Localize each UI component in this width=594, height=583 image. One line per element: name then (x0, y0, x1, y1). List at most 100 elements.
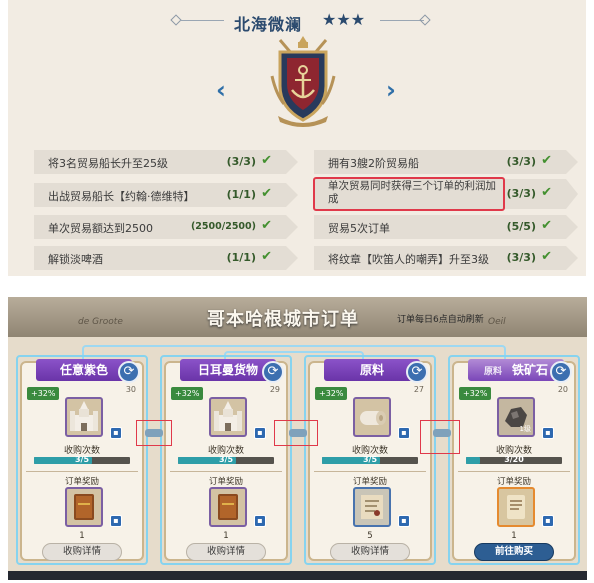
highlight-box (313, 177, 505, 211)
task-progress: (3/3) (506, 155, 536, 168)
buy-progress-bar: 3/20 (466, 455, 562, 464)
palace-icon (209, 397, 247, 437)
ornament-diamond-icon (419, 14, 431, 26)
palace-icon (65, 397, 103, 437)
refresh-note: 订单每日6点自动刷新 (397, 315, 484, 325)
reward-quantity: 5 (367, 531, 373, 541)
category-tag: 原料 (483, 367, 502, 377)
divider (170, 471, 282, 472)
highlight-box (274, 420, 318, 446)
log-icon (353, 397, 391, 437)
task-name: 拥有3艘2阶贸易船 (328, 157, 419, 170)
stock-count: 29 (269, 385, 280, 394)
task-progress: (1/1) (226, 251, 256, 264)
city-orders-panel: de Groote Oeil 哥本哈根城市订单 订单每日6点自动刷新 任意紫色 … (8, 297, 587, 580)
order-card[interactable]: 原料 ⟳ 27 +32% ▪ 收购次数 3/5 订单奖励 ▪ 5 收购详情 (308, 359, 432, 561)
ornament-line (380, 20, 424, 21)
task-name: 将3名贸易船长升至25级 (48, 157, 168, 170)
check-icon: ✔ (541, 249, 552, 264)
reward-quantity: 1 (79, 531, 85, 541)
profit-bonus-badge: +32% (171, 387, 204, 400)
crest-anchor-shield-icon (270, 36, 336, 127)
page-title: 北海微澜 (234, 15, 303, 34)
parchment-icon (497, 487, 535, 527)
reward-quantity: 1 (511, 531, 517, 541)
task-progress: (3/3) (226, 155, 256, 168)
progress-text: 3/5 (74, 455, 90, 464)
scroll-map-icon (353, 487, 391, 527)
task-name: 单次贸易额达到2500 (48, 222, 153, 235)
profit-bonus-badge: +32% (459, 387, 492, 400)
reward-label: 订单奖励 (64, 477, 99, 487)
purchase-details-button[interactable]: 收购详情 (186, 543, 266, 561)
book-icon (209, 487, 247, 527)
reward-label: 订单奖励 (208, 477, 243, 487)
map-text: de Groote (78, 317, 123, 327)
task-progress: (1/1) (226, 188, 256, 201)
refresh-icon[interactable]: ⟳ (118, 361, 140, 383)
purchase-details-button[interactable]: 收购详情 (330, 543, 410, 561)
lock-icon: ▪ (254, 515, 266, 527)
check-icon: ✔ (261, 186, 272, 201)
achievement-panel: 北海微澜 ★★★ ‹ › 将3名贸易船长升至25级 (3/3) ✔ 拥有3艘2阶… (8, 0, 586, 276)
lock-icon: ▪ (542, 515, 554, 527)
task-item: 单次贸易额达到2500 (2500/2500) ✔ (34, 215, 298, 239)
item-level: 1级 (519, 425, 531, 433)
buy-progress-bar: 3/5 (178, 455, 274, 464)
screenshot-canvas: 北海微澜 ★★★ ‹ › 将3名贸易船长升至25级 (3/3) ✔ 拥有3艘2阶… (0, 0, 594, 583)
task-item: 出战贸易船长【约翰·德维特】 (1/1) ✔ (34, 183, 298, 207)
lock-icon: ▪ (254, 427, 266, 439)
stock-count: 27 (413, 385, 424, 394)
progress-text: 3/5 (218, 455, 234, 464)
buy-progress-bar: 3/5 (322, 455, 418, 464)
next-arrow-icon[interactable]: › (381, 76, 401, 104)
task-name: 贸易5次订单 (328, 222, 390, 235)
bottom-edge (8, 571, 587, 580)
progress-text: 3/20 (504, 455, 524, 464)
check-icon: ✔ (541, 218, 552, 233)
divider (314, 471, 426, 472)
order-card[interactable]: 任意紫色 ⟳ 30 +32% ▪ 收购次数 3/5 订单奖励 ▪ 1 收购详情 (20, 359, 144, 561)
go-buy-button[interactable]: 前往购买 (474, 543, 554, 561)
refresh-icon[interactable]: ⟳ (262, 361, 284, 383)
divider (26, 471, 138, 472)
order-card[interactable]: 原料 铁矿石 ⟳ 20 +32% 1级 ▪ 收购次数 3/20 订单奖励 ▪ 1 … (452, 359, 576, 561)
orders-title: 哥本哈根城市订单 (207, 309, 359, 330)
profit-bonus-badge: +32% (315, 387, 348, 400)
task-progress: (3/3) (506, 187, 536, 200)
reward-quantity: 1 (223, 531, 229, 541)
highlight-box (420, 420, 460, 454)
check-icon: ✔ (541, 153, 552, 168)
buy-progress-bar: 3/5 (34, 455, 130, 464)
star-rating: ★★★ (322, 10, 366, 29)
task-item: 将纹章【吹笛人的嘲弄】升至3级 (3/3) ✔ (314, 246, 578, 270)
check-icon: ✔ (261, 249, 272, 264)
reward-label: 订单奖励 (496, 477, 531, 487)
task-progress: (5/5) (506, 220, 536, 233)
task-item: 贸易5次订单 (5/5) ✔ (314, 215, 578, 239)
prev-arrow-icon[interactable]: ‹ (211, 76, 231, 104)
lock-icon: ▪ (398, 427, 410, 439)
book-icon (65, 487, 103, 527)
category-name: 铁矿石 (512, 363, 549, 377)
lock-icon: ▪ (398, 515, 410, 527)
task-name: 将纹章【吹笛人的嘲弄】升至3级 (328, 253, 489, 266)
check-icon: ✔ (261, 153, 272, 168)
refresh-icon[interactable]: ⟳ (406, 361, 428, 383)
ornament-line (180, 20, 224, 21)
task-name: 出战贸易船长【约翰·德维特】 (48, 190, 195, 203)
purchase-details-button[interactable]: 收购详情 (42, 543, 122, 561)
highlight-box (136, 420, 172, 446)
refresh-icon[interactable]: ⟳ (550, 361, 572, 383)
order-card[interactable]: 日耳曼货物 ⟳ 29 +32% ▪ 收购次数 3/5 订单奖励 ▪ 1 收购详情 (164, 359, 288, 561)
task-item: 拥有3艘2阶贸易船 (3/3) ✔ (314, 150, 578, 174)
map-text: Oeil (488, 317, 506, 327)
profit-bonus-badge: +32% (27, 387, 60, 400)
lock-icon: ▪ (110, 427, 122, 439)
progress-text: 3/5 (362, 455, 378, 464)
divider (458, 471, 570, 472)
reward-label: 订单奖励 (352, 477, 387, 487)
lock-icon: ▪ (110, 515, 122, 527)
task-progress: (2500/2500) (190, 221, 256, 232)
title-row: 北海微澜 ★★★ (8, 8, 586, 34)
